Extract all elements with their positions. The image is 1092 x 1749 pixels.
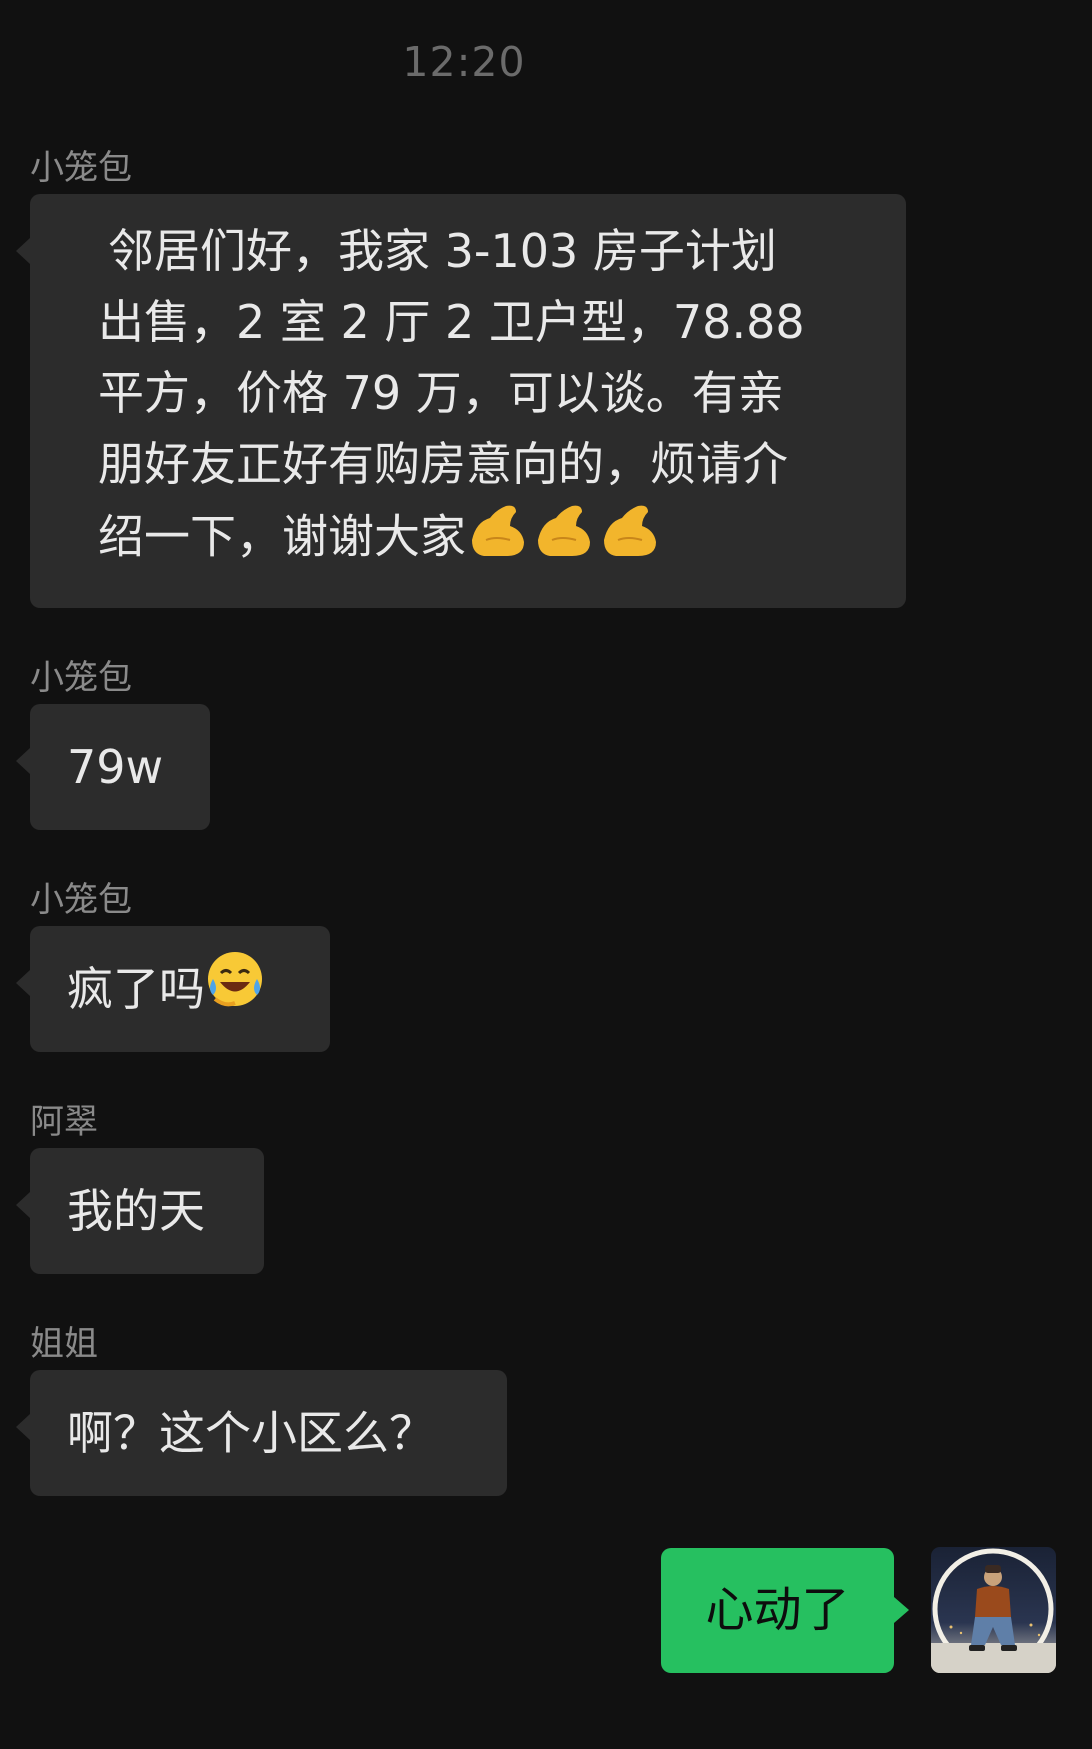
sender-name: 阿翠: [30, 1102, 98, 1142]
message-bubble[interactable]: 79w: [16, 704, 210, 830]
pinching-hand-icon: [466, 500, 664, 580]
user-avatar[interactable]: [931, 1547, 1056, 1673]
message-bubble[interactable]: 邻居们好，我家 3-103 房子计划 出售，2 室 2 厅 2 卫户型，78.8…: [16, 194, 906, 608]
message-line: 平方，价格 79 万，可以谈。有亲: [98, 366, 784, 420]
sender-name: 小笼包: [30, 148, 132, 188]
message-text: 疯了吗: [67, 962, 205, 1016]
sender-name: 小笼包: [30, 658, 132, 698]
sender-name: 姐姐: [30, 1324, 98, 1364]
message-text: 心动了: [705, 1582, 850, 1638]
crying-laughing-face-icon: [205, 930, 265, 1056]
message-text: 79w: [67, 740, 164, 794]
message-line: 绍一下，谢谢大家: [98, 509, 466, 564]
message-bubble[interactable]: 啊？这个小区么？: [16, 1370, 507, 1496]
my-message-bubble[interactable]: 心动了: [661, 1548, 909, 1673]
chat-timestamp: 12:20: [402, 38, 526, 86]
avatar-image: [931, 1547, 1056, 1673]
message-line: 朋好友正好有购房意向的，烦请介: [98, 437, 788, 491]
message-text: 啊？这个小区么？: [67, 1406, 435, 1460]
message-bubble[interactable]: 我的天: [16, 1148, 264, 1274]
message-text: 我的天: [67, 1184, 205, 1238]
sender-name: 小笼包: [30, 880, 132, 920]
message-line-last: 绍一下，谢谢大家: [98, 500, 876, 580]
message-line: 邻居们好，我家 3-103 房子计划: [108, 224, 777, 278]
message-line: 出售，2 室 2 厅 2 卫户型，78.88: [98, 295, 805, 349]
message-bubble[interactable]: 疯了吗: [16, 926, 330, 1052]
